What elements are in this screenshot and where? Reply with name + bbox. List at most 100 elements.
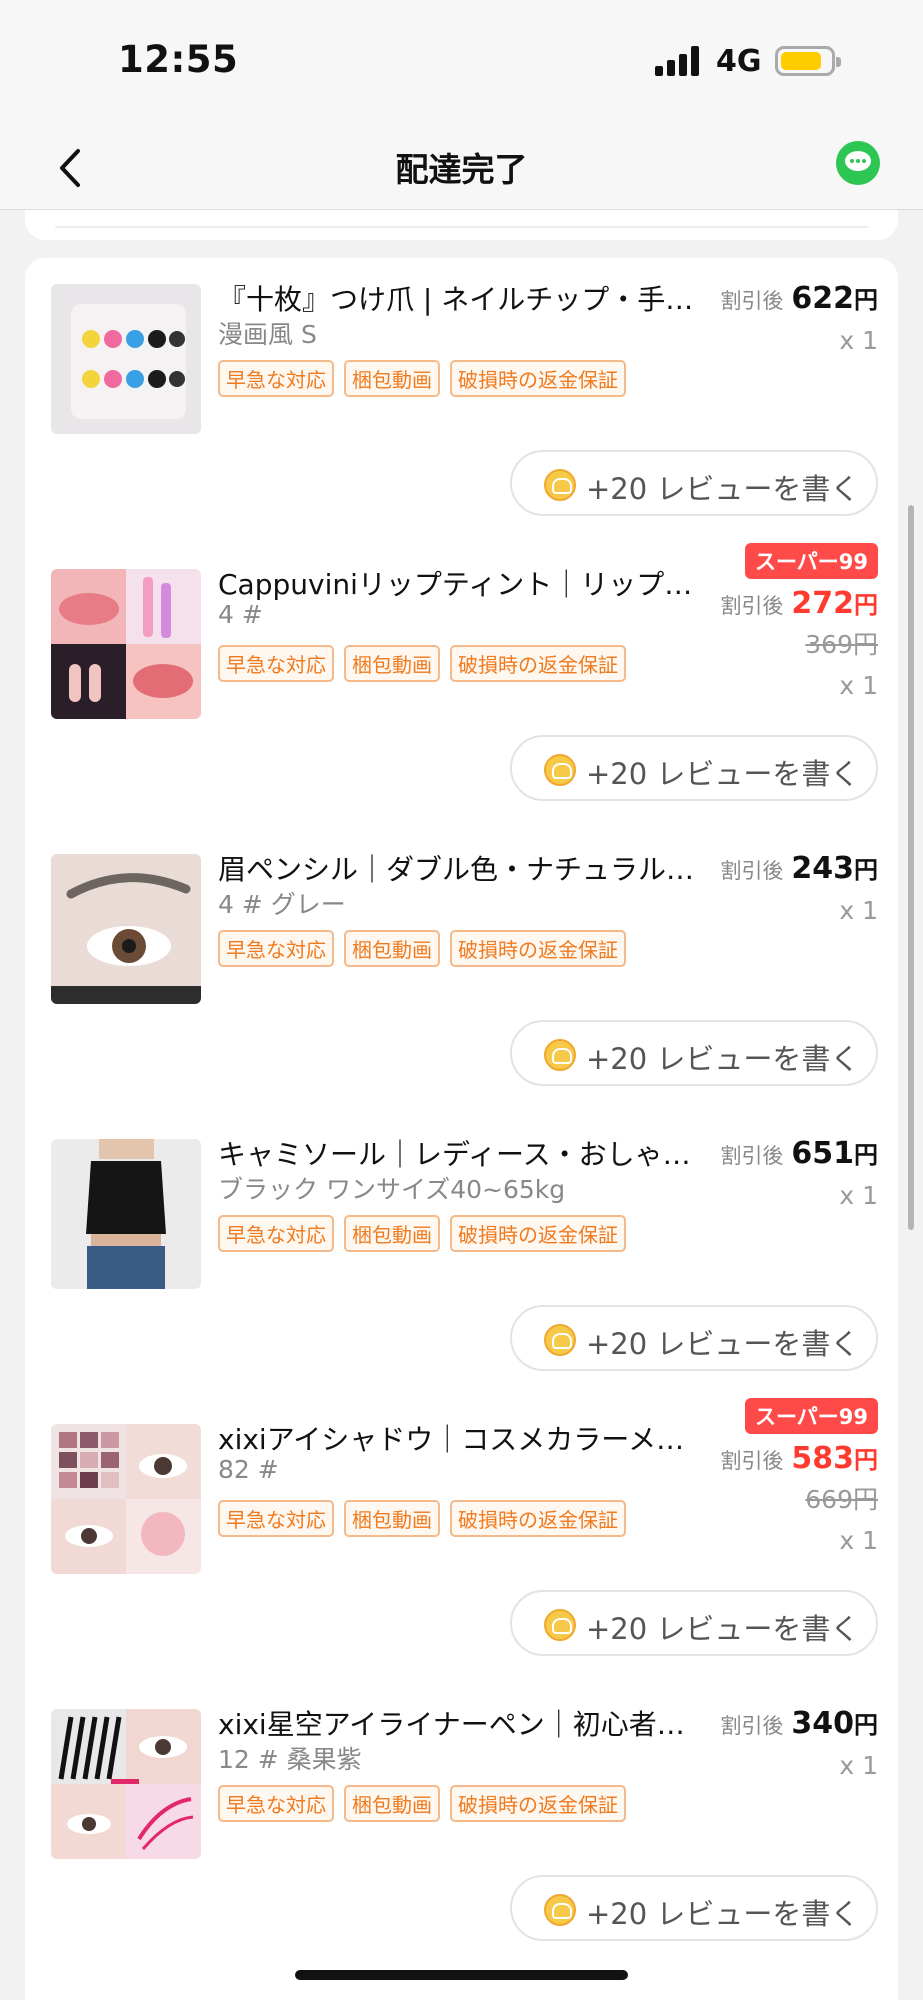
price: 272 [791, 586, 854, 621]
product-variant: 4 # グレー [218, 890, 346, 919]
tag-refund-guarantee: 破損時の返金保証 [450, 645, 626, 682]
product-variant: 漫画風 S [218, 320, 317, 349]
price-block: スーパー99 割引後 272円 369円 x 1 [720, 543, 878, 700]
product-thumbnail[interactable] [51, 284, 201, 434]
currency: 円 [854, 1446, 878, 1474]
price-block: 割引後 243円 x 1 [720, 850, 878, 925]
nav-bar: 配達完了 [0, 125, 923, 210]
product-title[interactable]: xixiアイシャドウ｜コスメカラーメ… [218, 1418, 718, 1458]
order-item: Cappuviniリップティント｜リップ… 4 # 早急な対応 梱包動画 破損時… [25, 543, 898, 828]
order-item: xixiアイシャドウ｜コスメカラーメ… 82 # 早急な対応 梱包動画 破損時の… [25, 1398, 898, 1683]
product-title[interactable]: xixi星空アイライナーペン｜初心者… [218, 1703, 718, 1743]
previous-card-bottom [25, 210, 898, 240]
tag-packing-video: 梱包動画 [344, 645, 440, 682]
tag-quick-response: 早急な対応 [218, 930, 334, 967]
coin-icon [544, 469, 576, 501]
review-label: +20 レビューを書く [586, 1042, 860, 1076]
service-tags: 早急な対応 梱包動画 破損時の返金保証 [218, 1215, 626, 1252]
signal-icon [655, 46, 703, 76]
original-price: 669円 [805, 1485, 878, 1514]
price-block: 割引後 340円 x 1 [720, 1705, 878, 1780]
tag-packing-video: 梱包動画 [344, 1500, 440, 1537]
discount-label: 割引後 [720, 289, 784, 313]
tag-packing-video: 梱包動画 [344, 1785, 440, 1822]
write-review-button[interactable]: +20 レビューを書く [510, 735, 878, 801]
product-title[interactable]: キャミソール｜レディース・おしゃ… [218, 1133, 718, 1173]
coin-icon [544, 1324, 576, 1356]
status-time: 12:55 [118, 38, 239, 81]
write-review-button[interactable]: +20 レビューを書く [510, 1020, 878, 1086]
home-indicator[interactable] [295, 1970, 628, 1980]
tag-refund-guarantee: 破損時の返金保証 [450, 1500, 626, 1537]
currency: 円 [854, 1711, 878, 1739]
status-bar: 12:55 4G [0, 0, 923, 125]
battery-icon [775, 46, 841, 76]
order-item: xixi星空アイライナーペン｜初心者… 12 # 桑果紫 早急な対応 梱包動画 … [25, 1683, 898, 1968]
product-variant: 4 # [218, 600, 263, 629]
order-items-card: 『十枚』つけ爪 | ネイルチップ・手… 漫画風 S 早急な対応 梱包動画 破損時… [25, 258, 898, 2000]
coin-icon [544, 1039, 576, 1071]
service-tags: 早急な対応 梱包動画 破損時の返金保証 [218, 1785, 626, 1822]
tag-refund-guarantee: 破損時の返金保証 [450, 930, 626, 967]
scrollbar[interactable] [908, 505, 914, 1230]
tag-quick-response: 早急な対応 [218, 1785, 334, 1822]
price: 622 [791, 281, 854, 316]
product-thumbnail[interactable] [51, 1709, 201, 1859]
product-thumbnail[interactable] [51, 569, 201, 719]
network-type: 4G [716, 44, 762, 79]
currency: 円 [854, 856, 878, 884]
product-variant: 82 # [218, 1455, 279, 1484]
review-label: +20 レビューを書く [586, 472, 860, 506]
price: 243 [791, 851, 854, 886]
product-title[interactable]: 『十枚』つけ爪 | ネイルチップ・手… [218, 278, 718, 318]
service-tags: 早急な対応 梱包動画 破損時の返金保証 [218, 360, 626, 397]
discount-label: 割引後 [720, 1449, 784, 1473]
product-variant: ブラック ワンサイズ40~65kg [218, 1175, 566, 1204]
tag-quick-response: 早急な対応 [218, 360, 334, 397]
coin-icon [544, 754, 576, 786]
tag-quick-response: 早急な対応 [218, 1215, 334, 1252]
currency: 円 [854, 286, 878, 314]
order-item: 『十枚』つけ爪 | ネイルチップ・手… 漫画風 S 早急な対応 梱包動画 破損時… [25, 258, 898, 543]
review-label: +20 レビューを書く [586, 1327, 860, 1361]
product-thumbnail[interactable] [51, 1139, 201, 1289]
quantity: x 1 [839, 1526, 878, 1555]
tag-refund-guarantee: 破損時の返金保証 [450, 1785, 626, 1822]
quantity: x 1 [839, 1751, 878, 1780]
product-title[interactable]: 眉ペンシル｜ダブル色・ナチュラル… [218, 848, 718, 888]
discount-label: 割引後 [720, 1144, 784, 1168]
write-review-button[interactable]: +20 レビューを書く [510, 1590, 878, 1656]
tag-quick-response: 早急な対応 [218, 1500, 334, 1537]
service-tags: 早急な対応 梱包動画 破損時の返金保証 [218, 930, 626, 967]
discount-label: 割引後 [720, 1714, 784, 1738]
tag-refund-guarantee: 破損時の返金保証 [450, 360, 626, 397]
product-thumbnail[interactable] [51, 854, 201, 1004]
price: 340 [791, 1706, 854, 1741]
write-review-button[interactable]: +20 レビューを書く [510, 1875, 878, 1941]
quantity: x 1 [839, 896, 878, 925]
price-block: スーパー99 割引後 583円 669円 x 1 [720, 1398, 878, 1555]
review-label: +20 レビューを書く [586, 757, 860, 791]
order-item: 眉ペンシル｜ダブル色・ナチュラル… 4 # グレー 早急な対応 梱包動画 破損時… [25, 828, 898, 1113]
chat-bubble-icon [845, 151, 871, 171]
review-label: +20 レビューを書く [586, 1897, 860, 1931]
write-review-button[interactable]: +20 レビューを書く [510, 450, 878, 516]
review-label: +20 レビューを書く [586, 1612, 860, 1646]
price-block: 割引後 622円 x 1 [720, 280, 878, 355]
product-variant: 12 # 桑果紫 [218, 1745, 362, 1774]
price: 651 [791, 1136, 854, 1171]
product-thumbnail[interactable] [51, 1424, 201, 1574]
tag-packing-video: 梱包動画 [344, 1215, 440, 1252]
quantity: x 1 [839, 671, 878, 700]
tag-packing-video: 梱包動画 [344, 930, 440, 967]
service-tags: 早急な対応 梱包動画 破損時の返金保証 [218, 1500, 626, 1537]
write-review-button[interactable]: +20 レビューを書く [510, 1305, 878, 1371]
product-title[interactable]: Cappuviniリップティント｜リップ… [218, 563, 718, 603]
discount-label: 割引後 [720, 594, 784, 618]
quantity: x 1 [839, 326, 878, 355]
original-price: 369円 [805, 630, 878, 659]
tag-quick-response: 早急な対応 [218, 645, 334, 682]
chat-button[interactable] [836, 141, 880, 185]
super99-badge: スーパー99 [744, 543, 878, 579]
order-item: キャミソール｜レディース・おしゃ… ブラック ワンサイズ40~65kg 早急な対… [25, 1113, 898, 1398]
